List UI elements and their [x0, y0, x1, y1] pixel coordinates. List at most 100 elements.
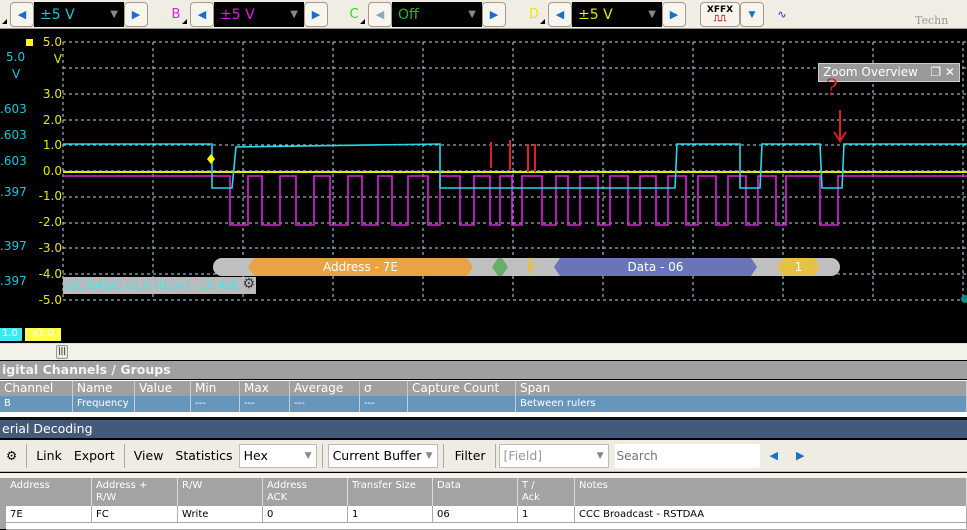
column-header[interactable]: Value	[135, 381, 191, 396]
column-header[interactable]: Capture Count	[408, 381, 516, 396]
table-cell[interactable]: 0	[263, 506, 348, 523]
scrollbar-thumb[interactable]: |||	[56, 345, 68, 359]
table-cell: ---	[191, 396, 240, 412]
table-cell[interactable]: Write	[178, 506, 263, 523]
view-button[interactable]: View	[128, 448, 170, 463]
chevron-down-icon: ▼	[648, 9, 656, 20]
column-header[interactable]: σ	[360, 381, 408, 396]
channel-b-range-down[interactable]: ◀	[190, 2, 214, 27]
horizontal-scrollbar[interactable]: |||	[0, 343, 967, 360]
oscilloscope-display[interactable]: 5.0 V V 5.0 3.0 2.0 1.0 0.0 -1.0 -2.0 -3.0 -4.0-…	[0, 30, 967, 343]
column-header[interactable]: R/W	[178, 478, 263, 506]
column-header[interactable]: Span	[516, 381, 967, 396]
ruler-handle[interactable]	[961, 295, 967, 303]
channel-a-offset-label: .397	[0, 274, 27, 288]
channel-b-range-value: ±5 V	[220, 6, 255, 23]
decode-waveform-icon: ⎍⎍	[713, 13, 727, 24]
column-header[interactable]: Transfer Size	[348, 478, 433, 506]
column-header[interactable]: Average	[290, 381, 360, 396]
channel-d-range-select[interactable]: ±5 V ▼	[572, 2, 662, 27]
channel-a-offset-label: .603	[0, 102, 27, 116]
channel-a-unit-label: V	[12, 67, 21, 81]
channel-d-range-up[interactable]: ▶	[662, 2, 686, 27]
channel-c-menu[interactable]: C	[340, 2, 368, 27]
channel-a-offset-label: .397	[0, 185, 27, 199]
column-header[interactable]: T / Ack	[518, 478, 575, 506]
y-tick-label: -4.0	[38, 267, 62, 281]
column-header[interactable]: Notes	[575, 478, 967, 506]
statistics-button[interactable]: Statistics	[169, 448, 238, 463]
zoom-overview-window[interactable]: Zoom Overview ❐ ✕	[818, 63, 960, 82]
channel-d-range-down[interactable]: ◀	[548, 2, 572, 27]
gear-icon[interactable]: ⚙	[242, 276, 255, 293]
table-cell[interactable]: CCC Broadcast - RSTDAA	[575, 506, 967, 523]
packet-data[interactable]: Data - 06	[554, 258, 757, 276]
channel-d-range-value: ±5 V	[578, 6, 613, 23]
channel-a-scale-tag[interactable]: 1.0	[0, 328, 22, 341]
channel-a-range-value: ±5 V	[40, 6, 75, 23]
channel-d-menu[interactable]: D	[520, 2, 548, 27]
filter-button[interactable]: Filter	[449, 448, 492, 463]
search-prev-icon[interactable]: ◀	[770, 449, 778, 462]
table-cell[interactable]: 06	[433, 506, 518, 523]
channel-c-range-down[interactable]: ◀	[368, 2, 392, 27]
column-header[interactable]: Min	[191, 381, 240, 396]
gear-icon[interactable]: ⚙	[0, 448, 23, 463]
chevron-down-icon: ▼	[425, 450, 433, 461]
channel-a-group: ◀ ±5 V ▼ ▶	[0, 2, 148, 27]
channel-d-group: D ◀ ±5 V ▼ ▶	[520, 2, 686, 27]
column-header[interactable]: Max	[240, 381, 290, 396]
chevron-down-icon: ▼	[290, 9, 298, 20]
column-header[interactable]: Channel	[0, 381, 73, 396]
table-cell: B	[0, 396, 73, 412]
channel-b-range-up[interactable]: ▶	[304, 2, 328, 27]
field-select[interactable]: [Field] ▼	[498, 443, 609, 468]
channel-d-scale-tag[interactable]: x1.0	[25, 328, 61, 341]
table-row[interactable]: B Frequency --- --- --- --- Between rulers	[0, 396, 967, 412]
channel-b-menu[interactable]: B	[162, 2, 190, 27]
serial-decode-button[interactable]: XFFX ⎍⎍	[700, 2, 740, 27]
channel-toolbar: ◀ ±5 V ▼ ▶ B ◀ ±5 V ▼ ▶ C ◀ Off ▼ ▶ D ◀ ±5 …	[0, 0, 967, 29]
channel-c-range-select[interactable]: Off ▼	[392, 2, 482, 27]
serial-decoding-toolbar: ⚙ Link Export View Statistics Hex ▼ Curre…	[0, 440, 967, 472]
brand-logo-text: Techn	[915, 14, 949, 27]
channel-a-range-up[interactable]: ▶	[124, 2, 148, 27]
format-value: Hex	[243, 448, 268, 463]
decoder-label[interactable]: I3C BASIC v1.0 (New) - Ch A/B ⚙	[63, 276, 256, 294]
format-select[interactable]: Hex ▼	[238, 443, 317, 468]
math-channel-icon[interactable]: ∿	[770, 2, 794, 27]
link-button[interactable]: Link	[30, 448, 68, 463]
column-header[interactable]: Address ACK	[263, 478, 348, 506]
export-button[interactable]: Export	[68, 448, 121, 463]
packet-address[interactable]: Address - 7E	[248, 258, 473, 276]
annotation-arrow-icon	[833, 110, 847, 143]
channel-c-range-up[interactable]: ▶	[482, 2, 506, 27]
table-cell[interactable]: 1	[348, 506, 433, 523]
column-header[interactable]: Name	[73, 381, 135, 396]
channel-a-offset-label: .397	[0, 239, 27, 253]
search-input[interactable]	[614, 443, 760, 468]
table-cell[interactable]: 7E	[6, 506, 92, 523]
chevron-down-icon: ▼	[468, 9, 476, 20]
y-tick-label: 3.0	[42, 87, 62, 101]
table-cell: Between rulers	[516, 396, 967, 412]
table-cell[interactable]: 1	[518, 506, 575, 523]
decode-dropdown-button[interactable]: ▼	[740, 2, 764, 27]
search-next-icon[interactable]: ▶	[796, 449, 804, 462]
restore-close-icon[interactable]: ❐ ✕	[930, 65, 955, 80]
table-cell	[408, 396, 516, 412]
buffer-select[interactable]: Current Buffer ▼	[327, 443, 438, 468]
channel-a-range-select[interactable]: ±5 V ▼	[34, 2, 124, 27]
packet-t-bit[interactable]: 1	[777, 258, 820, 276]
channel-a-menu[interactable]	[0, 2, 10, 27]
column-header[interactable]: Data	[433, 478, 518, 506]
chevron-down-icon: ▼	[596, 450, 604, 461]
column-header[interactable]: Address + R/W	[92, 478, 178, 506]
channel-a-range-down[interactable]: ◀	[10, 2, 34, 27]
digital-channels-header: igital Channels / Groups	[0, 361, 967, 379]
column-header[interactable]: Address	[6, 478, 92, 506]
decode-group: XFFX ⎍⎍ ▼ ∿	[700, 2, 794, 27]
annotation-question-mark: ?	[826, 76, 838, 101]
channel-b-range-select[interactable]: ±5 V ▼	[214, 2, 304, 27]
table-cell[interactable]: FC	[92, 506, 178, 523]
